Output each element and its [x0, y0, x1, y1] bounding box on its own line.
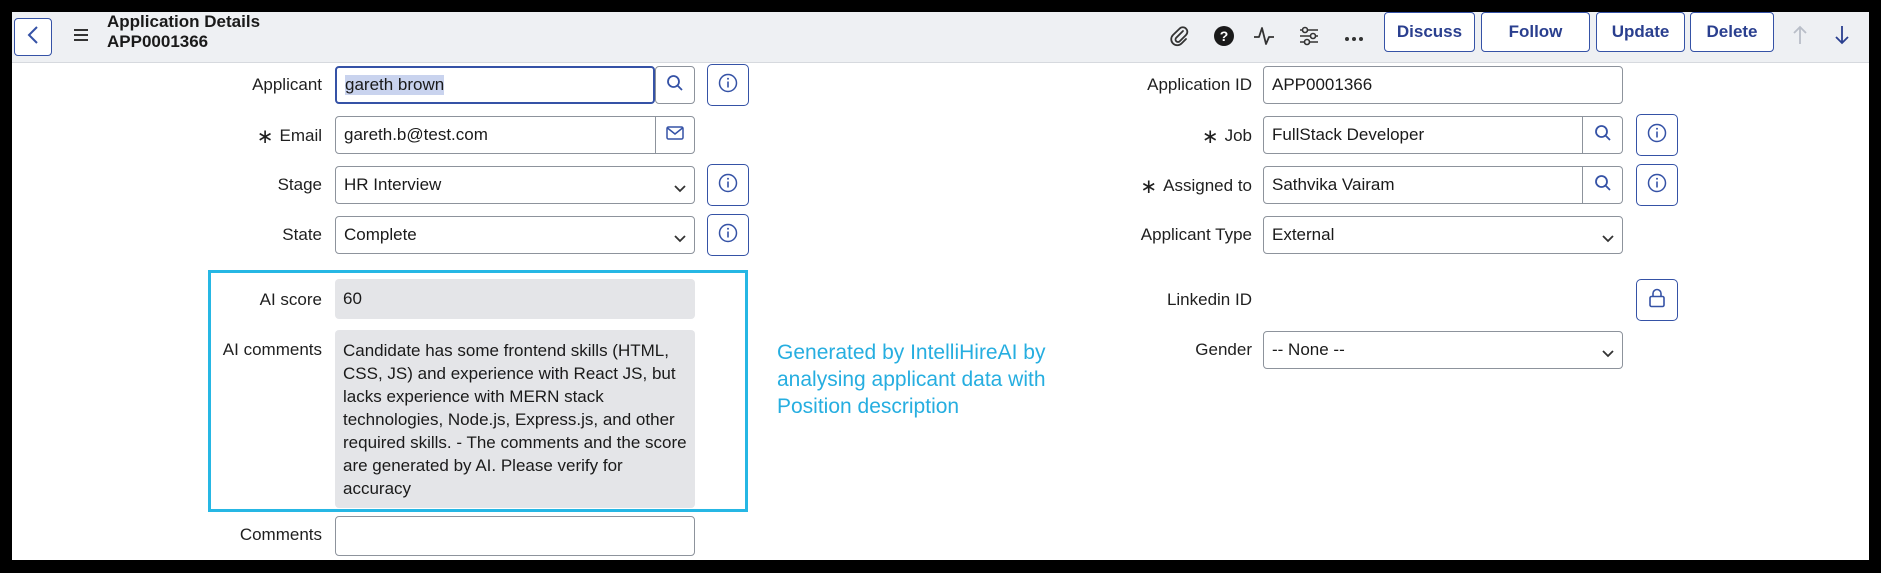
menu-button[interactable]: [70, 26, 92, 48]
info-icon: [1647, 123, 1667, 148]
job-label-text: Job: [1224, 126, 1252, 145]
applicant-type-value: External: [1272, 225, 1335, 244]
update-button[interactable]: Update: [1596, 12, 1685, 52]
help-button[interactable]: ?: [1212, 25, 1236, 52]
job-label: ∗ Job: [1062, 124, 1252, 148]
email-label-text: Email: [279, 126, 322, 145]
state-select[interactable]: Complete: [335, 216, 695, 254]
arrow-down-icon: [1834, 25, 1850, 50]
application-id-label: Application ID: [1147, 75, 1252, 94]
page-title: Application Details: [107, 12, 261, 31]
stage-info-button[interactable]: [707, 164, 749, 206]
attachment-button[interactable]: [1167, 25, 1191, 52]
state-value: Complete: [344, 225, 417, 244]
stage-select[interactable]: HR Interview: [335, 166, 695, 204]
follow-button[interactable]: Follow: [1481, 12, 1590, 52]
job-lookup-button[interactable]: [1583, 116, 1623, 154]
lock-icon: [1648, 288, 1666, 313]
info-icon: [718, 73, 738, 98]
gender-select[interactable]: -- None --: [1263, 331, 1623, 369]
assigned-to-label-text: Assigned to: [1163, 176, 1252, 195]
back-button[interactable]: [14, 18, 52, 56]
form-window: Application Details APP0001366 ? Discuss…: [12, 12, 1869, 560]
job-input[interactable]: FullStack Developer: [1263, 116, 1583, 154]
activity-button[interactable]: [1252, 26, 1276, 50]
assigned-to-lookup-button[interactable]: [1583, 166, 1623, 204]
applicant-lookup-button[interactable]: [655, 66, 695, 104]
email-value: gareth.b@test.com: [344, 125, 488, 144]
search-icon: [1594, 124, 1612, 147]
activity-icon: [1253, 25, 1275, 52]
info-icon: [1647, 173, 1667, 198]
applicant-info-button[interactable]: [707, 64, 749, 106]
send-email-button[interactable]: [655, 116, 695, 154]
comments-label: Comments: [239, 525, 322, 544]
stage-label: Stage: [277, 175, 322, 194]
record-number: APP0001366: [107, 32, 209, 51]
svg-text:?: ?: [1220, 28, 1229, 44]
job-value: FullStack Developer: [1272, 125, 1425, 144]
comments-input[interactable]: [335, 516, 695, 556]
gender-label: Gender: [1195, 340, 1252, 359]
job-info-button[interactable]: [1636, 114, 1678, 156]
required-icon: ∗: [1140, 176, 1158, 198]
info-icon: [718, 223, 738, 248]
required-icon: ∗: [256, 126, 274, 148]
help-icon: ?: [1213, 25, 1235, 52]
email-input[interactable]: gareth.b@test.com: [335, 116, 656, 154]
back-icon: [26, 25, 40, 50]
application-id-input[interactable]: APP0001366: [1263, 66, 1623, 104]
state-label: State: [282, 225, 322, 244]
previous-record-button[interactable]: [1788, 24, 1812, 50]
page-title-block: Application Details APP0001366: [107, 12, 260, 52]
assigned-to-info-button[interactable]: [1636, 164, 1678, 206]
assigned-to-input[interactable]: Sathvika Vairam: [1263, 166, 1583, 204]
delete-button[interactable]: Delete: [1690, 12, 1774, 52]
email-label: ∗ Email: [162, 124, 322, 148]
ai-highlight-box: [208, 270, 748, 512]
applicant-type-label: Applicant Type: [1140, 225, 1252, 244]
discuss-button[interactable]: Discuss: [1384, 12, 1475, 52]
search-icon: [1594, 174, 1612, 197]
paperclip-icon: [1169, 25, 1189, 52]
mail-icon: [666, 125, 684, 145]
chevron-down-icon: [674, 178, 686, 198]
application-id-value: APP0001366: [1272, 75, 1373, 94]
stage-value: HR Interview: [344, 175, 442, 194]
required-icon: ∗: [1201, 126, 1219, 148]
chevron-down-icon: [1602, 228, 1614, 248]
next-record-button[interactable]: [1830, 24, 1854, 50]
search-icon: [666, 74, 684, 97]
gender-value: -- None --: [1272, 340, 1345, 359]
chevron-down-icon: [674, 228, 686, 248]
menu-icon: [73, 28, 89, 47]
applicant-value: gareth brown: [345, 75, 445, 95]
applicant-label: Applicant: [252, 75, 322, 94]
ai-annotation: Generated by IntelliHireAI by analysing …: [777, 341, 1046, 418]
more-options-button[interactable]: [1342, 26, 1366, 50]
assigned-to-value: Sathvika Vairam: [1272, 175, 1395, 194]
settings-sliders-icon: [1298, 25, 1320, 52]
linkedin-id-label: Linkedin ID: [1166, 290, 1252, 309]
arrow-up-icon: [1792, 25, 1808, 50]
state-info-button[interactable]: [707, 214, 749, 256]
applicant-type-select[interactable]: External: [1263, 216, 1623, 254]
form-header: Application Details APP0001366 ? Discuss…: [12, 12, 1869, 63]
assigned-to-label: ∗ Assigned to: [1062, 174, 1252, 198]
chevron-down-icon: [1602, 343, 1614, 363]
linkedin-unlock-button[interactable]: [1636, 279, 1678, 321]
more-icon: [1344, 29, 1364, 47]
info-icon: [718, 173, 738, 198]
applicant-input[interactable]: gareth brown: [335, 66, 655, 104]
personalize-form-button[interactable]: [1297, 26, 1321, 50]
